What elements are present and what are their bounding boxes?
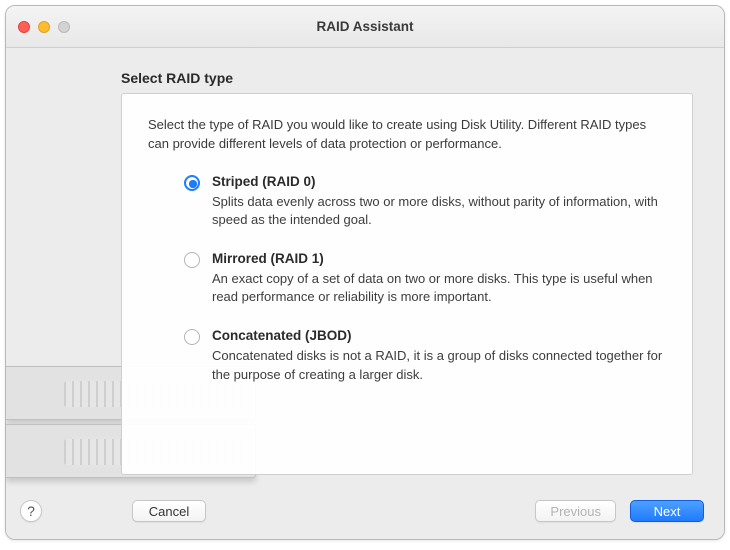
traffic-lights	[18, 21, 70, 33]
option-title: Concatenated (JBOD)	[212, 328, 666, 343]
zoom-icon	[58, 21, 70, 33]
close-icon[interactable]	[18, 21, 30, 33]
next-button[interactable]: Next	[630, 500, 704, 522]
page-heading: Select RAID type	[121, 70, 233, 86]
option-desc: Concatenated disks is not a RAID, it is …	[212, 347, 666, 383]
intro-text: Select the type of RAID you would like t…	[148, 116, 666, 154]
option-striped[interactable]: Striped (RAID 0) Splits data evenly acro…	[184, 174, 666, 229]
radio-icon[interactable]	[184, 329, 200, 345]
option-title: Striped (RAID 0)	[212, 174, 666, 189]
options-group: Striped (RAID 0) Splits data evenly acro…	[184, 174, 666, 384]
body-area: Select RAID type Select the type of RAID…	[6, 48, 724, 539]
titlebar: RAID Assistant	[6, 6, 724, 48]
minimize-icon[interactable]	[38, 21, 50, 33]
option-mirrored[interactable]: Mirrored (RAID 1) An exact copy of a set…	[184, 251, 666, 306]
radio-icon[interactable]	[184, 252, 200, 268]
footer: ? Cancel Previous Next	[6, 483, 724, 539]
option-desc: An exact copy of a set of data on two or…	[212, 270, 666, 306]
option-concatenated[interactable]: Concatenated (JBOD) Concatenated disks i…	[184, 328, 666, 383]
help-button[interactable]: ?	[20, 500, 42, 522]
window-title: RAID Assistant	[6, 19, 724, 34]
option-title: Mirrored (RAID 1)	[212, 251, 666, 266]
previous-button: Previous	[535, 500, 616, 522]
radio-icon[interactable]	[184, 175, 200, 191]
cancel-button[interactable]: Cancel	[132, 500, 206, 522]
option-desc: Splits data evenly across two or more di…	[212, 193, 666, 229]
raid-assistant-window: RAID Assistant Select RAID type Select t…	[5, 5, 725, 540]
options-panel: Select the type of RAID you would like t…	[121, 93, 693, 475]
